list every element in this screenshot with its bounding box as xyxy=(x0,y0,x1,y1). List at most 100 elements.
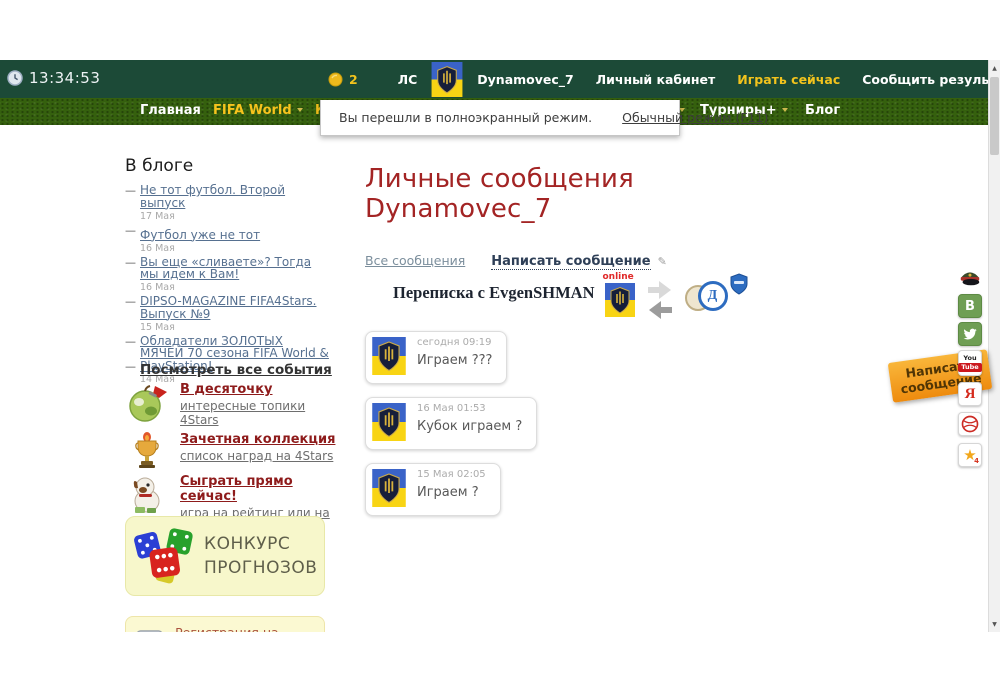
write-message-link[interactable]: Написать сообщение xyxy=(491,254,650,270)
blog-post-link[interactable]: DIPSO-MAGAZINE FIFA4Stars. Выпуск №9 xyxy=(140,295,330,320)
coin-icon xyxy=(328,72,343,87)
message-card: 15 Мая 02:05 Играем ? xyxy=(365,463,501,516)
topbar-menu: 2 ЛС Dynamovec_7 Личный кабинет Играть с… xyxy=(328,60,1000,98)
avatar[interactable] xyxy=(371,469,407,507)
coin-count: 2 xyxy=(349,72,358,87)
post-date: 17 Мая xyxy=(140,211,330,222)
avatar[interactable] xyxy=(371,337,407,375)
private-messages-link[interactable]: ЛС xyxy=(398,72,418,87)
nav-fifa-world[interactable]: FIFA World xyxy=(213,103,303,118)
stadium-icon xyxy=(136,629,163,632)
message-card: 16 Мая 01:53 Кубок играем ? xyxy=(365,397,537,450)
chevron-down-icon xyxy=(782,108,788,112)
promo-title-link[interactable]: Сыграть прямо сейчас! xyxy=(180,474,338,504)
browser-viewport: 13:34:53 2 ЛС Dynamovec_7 Личный кабинет… xyxy=(0,60,1000,632)
contest-label-line1: КОНКУРС xyxy=(204,532,317,556)
club-logos: Д xyxy=(685,277,747,317)
dash-bullet: — xyxy=(125,256,136,269)
conversation-header: Переписка с EvgenSHMAN online Д xyxy=(393,275,805,321)
promo-top-topics: В десяточку интересные топики 4Stars xyxy=(123,382,338,427)
list-item: — Футбол уже не тот 16 Мая xyxy=(125,224,330,254)
contest-label-line2: ПРОГНОЗОВ xyxy=(204,556,317,580)
tournament-registration-banner[interactable]: Регистрация на турнир+ xyxy=(125,616,325,632)
time-value: 13:34:53 xyxy=(29,69,100,87)
chevron-down-icon xyxy=(297,108,303,112)
youtube-icon[interactable]: You Tube xyxy=(958,350,982,376)
list-item: — Вы еще «сливаете»? Тогда мы идем к Вам… xyxy=(125,256,330,294)
message-text: Играем ? xyxy=(417,485,486,500)
nav-home[interactable]: Главная xyxy=(140,103,201,118)
dynamo-logo[interactable]: Д xyxy=(698,281,728,311)
message-time: сегодня 09:19 xyxy=(417,337,492,348)
promo-title-link[interactable]: В десяточку xyxy=(180,382,338,397)
message-card: сегодня 09:19 Играем ??? xyxy=(365,331,507,384)
prediction-contest-banner[interactable]: КОНКУРС ПРОГНОЗОВ xyxy=(125,516,325,596)
blog-post-link[interactable]: Вы еще «сливаете»? Тогда мы идем к Вам! xyxy=(140,256,330,281)
dash-bullet: — xyxy=(125,184,136,197)
list-item: — Не тот футбол. Второй выпуск 17 Мая xyxy=(125,184,330,222)
message-text: Кубок играем ? xyxy=(417,419,522,434)
registration-label: Регистрация на турнир+ xyxy=(175,625,324,632)
vk-icon[interactable]: В xyxy=(958,294,982,318)
all-messages-link[interactable]: Все сообщения xyxy=(365,253,465,268)
dog-icon xyxy=(123,474,171,516)
scrollbar[interactable]: ▲ ▼ xyxy=(988,60,1000,632)
server-time: 13:34:53 xyxy=(7,69,100,87)
blog-section-title: В блоге xyxy=(125,156,193,176)
admin-cap-icon[interactable] xyxy=(958,265,982,289)
promo-title-link[interactable]: Зачетная коллекция xyxy=(180,432,335,447)
main-content: Личные сообщения Dynamovec_7 Все сообщен… xyxy=(365,164,805,516)
post-date: 16 Мая xyxy=(140,243,330,254)
twitter-icon[interactable] xyxy=(958,322,982,346)
blog-post-link[interactable]: Футбол уже не тот xyxy=(140,229,260,242)
blog-post-list: — Не тот футбол. Второй выпуск 17 Мая — … xyxy=(125,184,330,387)
post-date: 16 Мая xyxy=(140,282,330,293)
post-date: 15 Мая xyxy=(140,322,330,333)
dice-icon xyxy=(130,524,196,588)
pencil-icon: ✎ xyxy=(658,255,667,268)
avatar[interactable] xyxy=(371,403,407,441)
scroll-up-button[interactable]: ▲ xyxy=(989,61,1000,75)
clock-icon xyxy=(7,70,23,86)
yandex-icon[interactable]: Я xyxy=(958,382,982,406)
nav-blog[interactable]: Блог xyxy=(805,103,840,118)
all-events-row: — Посмотреть все события xyxy=(125,359,335,378)
message-time: 16 Мая 01:53 xyxy=(417,403,522,414)
notification-text: Вы перешли в полноэкранный режим. xyxy=(339,110,592,125)
league-shield-icon xyxy=(729,273,749,295)
apple-dart-icon xyxy=(123,382,171,424)
scrollbar-thumb[interactable] xyxy=(990,77,999,155)
promo-subtitle-link[interactable]: список наград на 4Stars xyxy=(180,449,335,463)
online-status: online xyxy=(603,272,634,282)
message-list: сегодня 09:19 Играем ??? 16 Мая 01:53 Ку… xyxy=(365,331,805,516)
blog-post-link[interactable]: Не тот футбол. Второй выпуск xyxy=(140,184,330,209)
cabinet-link[interactable]: Личный кабинет xyxy=(596,72,716,87)
message-time: 15 Мая 02:05 xyxy=(417,469,486,480)
list-item: — DIPSO-MAGAZINE FIFA4Stars. Выпуск №9 1… xyxy=(125,295,330,333)
promo-collection: Зачетная коллекция список наград на 4Sta… xyxy=(123,432,338,470)
dash-bullet: — xyxy=(125,335,136,348)
conversation-nav-arrows[interactable] xyxy=(645,279,675,321)
conversation-label: Переписка с EvgenSHMAN xyxy=(393,283,595,303)
play-now-link[interactable]: Играть сейчас xyxy=(737,72,840,87)
exit-fullscreen-link[interactable]: Обычный режим (F11) xyxy=(622,110,768,125)
club-flag-badge[interactable] xyxy=(431,62,463,97)
fullscreen-notification: Вы перешли в полноэкранный режим. Обычны… xyxy=(320,100,680,136)
scroll-down-button[interactable]: ▼ xyxy=(989,617,1000,631)
opponent-flag-badge[interactable]: online xyxy=(605,283,635,317)
all-events-link[interactable]: Посмотреть все события xyxy=(140,362,332,378)
message-text: Играем ??? xyxy=(417,353,492,368)
coin-balance[interactable]: 2 xyxy=(328,72,358,87)
dash-bullet: — xyxy=(125,295,136,308)
dash-bullet: — xyxy=(125,224,136,237)
promo-subtitle-link[interactable]: интересные топики 4Stars xyxy=(180,399,338,427)
username-link[interactable]: Dynamovec_7 xyxy=(477,72,573,87)
topbar: 13:34:53 2 ЛС Dynamovec_7 Личный кабинет… xyxy=(0,60,988,98)
message-actions: Все сообщения Написать сообщение ✎ xyxy=(365,250,805,269)
fourstars-icon[interactable]: ★ 4 xyxy=(958,443,982,467)
dash-bullet: — xyxy=(125,360,136,373)
ball-icon[interactable] xyxy=(958,412,982,436)
report-result-link[interactable]: Сообщить результат xyxy=(862,72,1000,87)
trophy-icon xyxy=(123,432,171,470)
page-title: Личные сообщения Dynamovec_7 xyxy=(365,164,805,224)
